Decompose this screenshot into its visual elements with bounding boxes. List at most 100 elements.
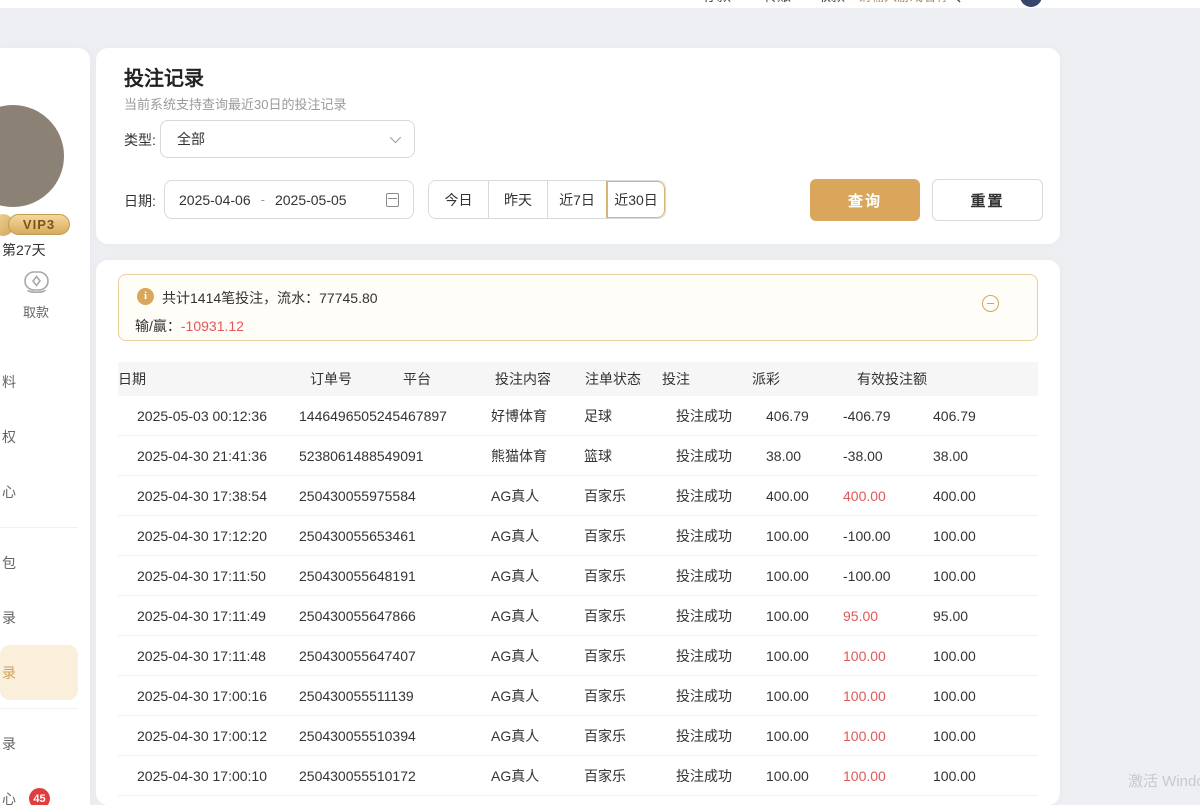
sidebar-withdraw-shortcut[interactable]: 取款 (0, 268, 72, 321)
table-row[interactable]: 2025-04-30 17:00:12 250430055510394 AG真人… (118, 716, 1038, 756)
cell-platform: AG真人 (491, 766, 584, 786)
table-column-header: 派彩 (752, 369, 857, 389)
sidebar-menu-item[interactable]: 录 (0, 590, 80, 645)
cell-payout: -38.00 (843, 448, 933, 464)
date-filter-label: 日期: (124, 191, 156, 211)
date-separator: - (261, 192, 265, 207)
cell-status: 投注成功 (676, 406, 766, 426)
cell-bet-content: 百家乐 (584, 566, 676, 586)
menu-divider (0, 519, 80, 535)
table-row[interactable]: 2025-04-30 17:11:48 250430055647407 AG真人… (118, 636, 1038, 676)
table-row[interactable]: 2025-04-30 17:38:54 250430055975584 AG真人… (118, 476, 1038, 516)
cell-status: 投注成功 (676, 526, 766, 546)
cell-payout: 400.00 (843, 488, 933, 504)
calendar-icon (386, 193, 399, 207)
cell-bet-amount: 406.79 (766, 408, 843, 424)
cell-status: 投注成功 (676, 486, 766, 506)
cell-bet-amount: 38.00 (766, 448, 843, 464)
records-card: i 共计1414笔投注，流水：77745.80 输/赢：-10931.12 日期… (96, 260, 1060, 805)
withdraw-label: 取款 (0, 302, 72, 321)
cell-payout: 100.00 (843, 728, 933, 744)
filters-card: 投注记录 当前系统支持查询最近30日的投注记录 类型: 全部 日期: 2025-… (96, 48, 1060, 244)
summary-win-lose: 输/赢：-10931.12 (135, 316, 244, 336)
table-row[interactable]: 2025-05-03 00:12:36 1446496505245467897 … (118, 396, 1038, 436)
cell-order-number: 250430055648191 (299, 568, 491, 584)
sidebar-menu-item[interactable]: 料 (0, 354, 80, 409)
table-row[interactable]: 2025-04-30 17:00:10 250430055510172 AG真人… (118, 756, 1038, 796)
quick-range-button[interactable]: 昨天 (488, 181, 547, 218)
cell-bet-content: 百家乐 (584, 486, 676, 506)
quick-range-button[interactable]: 近30日 (606, 181, 665, 218)
cell-bet-content: 百家乐 (584, 766, 676, 786)
menu-divider (0, 700, 80, 716)
summary-banner: i 共计1414笔投注，流水：77745.80 输/赢：-10931.12 (118, 274, 1038, 341)
table-row[interactable]: 2025-04-30 21:41:36 5238061488549091 熊猫体… (118, 436, 1038, 476)
reset-button[interactable]: 重置 (932, 179, 1043, 221)
collapse-icon[interactable] (982, 295, 999, 312)
sidebar-menu-item-wrap: 心 45 (0, 771, 80, 805)
sidebar-menu-item[interactable]: 心 (0, 464, 80, 519)
cell-status: 投注成功 (676, 726, 766, 746)
vip-level-badge: VIP3 (8, 214, 70, 235)
user-avatar-small[interactable] (1020, 0, 1042, 7)
cell-bet-amount: 100.00 (766, 688, 843, 704)
cell-bet-amount: 100.00 (766, 768, 843, 784)
cell-date: 2025-04-30 21:41:36 (118, 448, 299, 464)
sidebar-menu-item-label: 料 (2, 372, 16, 392)
sidebar-menu-item[interactable]: 心 45 (0, 771, 80, 805)
cell-date: 2025-04-30 17:00:16 (118, 688, 299, 704)
search-icon[interactable] (947, 0, 961, 8)
cell-status: 投注成功 (676, 566, 766, 586)
type-select[interactable]: 全部 (160, 120, 415, 158)
cell-bet-amount: 100.00 (766, 728, 843, 744)
sidebar-menu-item-label: 包 (2, 553, 16, 573)
cell-date: 2025-04-30 17:38:54 (118, 488, 299, 504)
sidebar-menu-item[interactable]: 权 (0, 409, 80, 464)
date-range-picker[interactable]: 2025-04-06 - 2025-05-05 (164, 180, 414, 219)
quick-range-group: 今日 昨天 近7日 近30日 (428, 180, 666, 219)
cell-order-number: 250430055975584 (299, 488, 491, 504)
cell-platform: 好博体育 (491, 406, 584, 426)
user-avatar[interactable] (0, 105, 64, 207)
table-body: 2025-05-03 00:12:36 1446496505245467897 … (118, 396, 1038, 796)
table-column-header: 注单状态 (585, 369, 662, 389)
query-button[interactable]: 查询 (810, 179, 920, 221)
cell-valid-amount: 406.79 (933, 408, 1038, 424)
cell-platform: AG真人 (491, 726, 584, 746)
table-row[interactable]: 2025-04-30 17:12:20 250430055653461 AG真人… (118, 516, 1038, 556)
type-select-value: 全部 (177, 129, 390, 149)
win-lose-label: 输/赢： (135, 318, 181, 334)
top-navigation-bar: 存款 转账 取款 请输入游戏名称 (0, 0, 1200, 8)
table-row[interactable]: 2025-04-30 17:11:49 250430055647866 AG真人… (118, 596, 1038, 636)
nav-deposit[interactable]: 存款 (703, 0, 731, 6)
sidebar-menu-item-wrap: 权 (0, 409, 80, 464)
cell-bet-amount: 100.00 (766, 648, 843, 664)
cell-order-number: 250430055510394 (299, 728, 491, 744)
quick-range-button[interactable]: 近7日 (547, 181, 606, 218)
cell-date: 2025-04-30 17:11:48 (118, 648, 299, 664)
activate-windows-watermark: 激活 Windows (1128, 770, 1200, 791)
sidebar-menu-item[interactable]: 录 (0, 645, 78, 700)
cell-payout: -100.00 (843, 528, 933, 544)
cell-platform: 熊猫体育 (491, 446, 584, 466)
table-row[interactable]: 2025-04-30 17:11:50 250430055648191 AG真人… (118, 556, 1038, 596)
cell-valid-amount: 400.00 (933, 488, 1038, 504)
cell-order-number: 250430055647407 (299, 648, 491, 664)
cell-order-number: 1446496505245467897 (299, 408, 491, 424)
summary-totals: 共计1414笔投注，流水：77745.80 (162, 288, 378, 308)
sidebar-menu-item[interactable]: 包 (0, 535, 80, 590)
table-row[interactable]: 2025-04-30 17:00:16 250430055511139 AG真人… (118, 676, 1038, 716)
nav-transfer[interactable]: 转账 (763, 0, 791, 6)
cell-valid-amount: 100.00 (933, 648, 1038, 664)
sidebar-menu-item[interactable]: 录 (0, 716, 80, 771)
cell-status: 投注成功 (676, 446, 766, 466)
nav-withdraw[interactable]: 取款 (817, 0, 845, 6)
game-search-input[interactable]: 请输入游戏名称 (858, 0, 949, 6)
quick-range-button[interactable]: 今日 (429, 181, 488, 218)
cell-date: 2025-04-30 17:11:50 (118, 568, 299, 584)
sidebar-menu-item-label: 心 (2, 789, 16, 805)
sidebar-menu-item-wrap: 料 (0, 354, 80, 409)
cell-date: 2025-04-30 17:11:49 (118, 608, 299, 624)
cell-bet-content: 足球 (584, 406, 676, 426)
cell-valid-amount: 38.00 (933, 448, 1038, 464)
